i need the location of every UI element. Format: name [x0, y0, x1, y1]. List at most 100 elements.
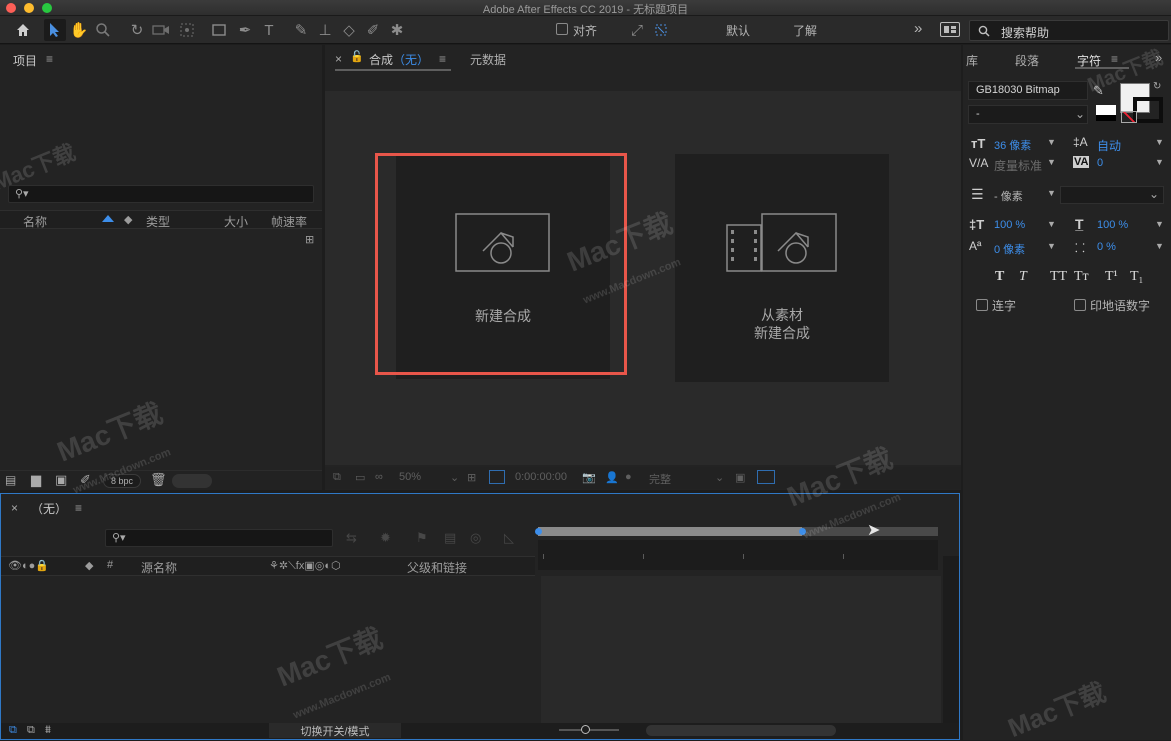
font-style-select[interactable]: - ⌄	[968, 105, 1088, 124]
column-frame-rate[interactable]: 帧速率	[271, 213, 307, 230]
hand-tool-icon[interactable]: ✋	[68, 19, 90, 41]
rectangle-tool-icon[interactable]	[208, 19, 230, 41]
all-caps-button[interactable]: TT	[1050, 269, 1067, 285]
brush-tool-icon[interactable]: ✎	[290, 19, 312, 41]
font-family-select[interactable]: GB18030 Bitmap	[968, 81, 1088, 100]
transparency-grid-icon[interactable]	[757, 470, 775, 484]
timeline-vertical-scrollbar[interactable]	[943, 556, 959, 723]
eyedropper-icon[interactable]: ✎	[1093, 83, 1104, 99]
timeline-search-input[interactable]: ⚲▾	[105, 529, 333, 547]
baseline-shift-dropdown-icon[interactable]: ▼	[1047, 241, 1056, 251]
leading-value[interactable]: 自动	[1097, 137, 1121, 154]
leading-dropdown-icon[interactable]: ▼	[1155, 137, 1164, 147]
sort-ascending-icon[interactable]	[102, 215, 114, 222]
rotate-tool-icon[interactable]: ↻	[126, 19, 148, 41]
library-tab[interactable]: 库	[966, 52, 978, 69]
vertical-scale-value[interactable]: 100 %	[994, 219, 1025, 231]
project-panel-title[interactable]: 项目	[13, 52, 37, 69]
small-caps-button[interactable]: Tт	[1074, 269, 1089, 285]
new-folder-icon[interactable]: ▆	[31, 472, 41, 488]
layer-number-column[interactable]: #	[107, 559, 113, 571]
snap-icon[interactable]	[650, 19, 672, 41]
vertical-scale-dropdown-icon[interactable]: ▼	[1047, 219, 1056, 229]
color-channel-icon[interactable]: ●	[625, 471, 632, 483]
close-tab-icon[interactable]: ×	[335, 52, 342, 66]
timeline-comp-name[interactable]: （无）	[31, 500, 67, 517]
work-area-end-handle[interactable]	[799, 528, 806, 535]
metadata-tab[interactable]: 元数据	[470, 51, 506, 68]
adjust-settings-icon[interactable]: ✐	[80, 472, 91, 488]
tracking-dropdown-icon[interactable]: ▼	[1155, 157, 1164, 167]
workspace-default-tab[interactable]: 默认	[726, 22, 750, 39]
work-area-start-handle[interactable]	[535, 528, 542, 535]
ligature-checkbox[interactable]	[976, 299, 988, 311]
grid-icon[interactable]: ⊞	[467, 471, 476, 484]
tsume-value[interactable]: 0 %	[1097, 241, 1116, 253]
work-area-range[interactable]	[538, 527, 802, 536]
bit-depth-button[interactable]: 8 bpc	[103, 474, 141, 488]
stroke-width-value[interactable]: - 像素	[994, 188, 1023, 204]
resolution-dropdown-icon[interactable]: ⌄	[715, 471, 724, 484]
superscript-button[interactable]: T¹	[1105, 269, 1118, 285]
more-panels-icon[interactable]: »	[1155, 50, 1162, 65]
column-type[interactable]: 类型	[146, 213, 170, 230]
draft-3d-icon[interactable]: ✹	[380, 530, 391, 546]
timeline-menu-icon[interactable]: ≡	[75, 501, 82, 515]
hindi-digits-checkbox[interactable]	[1074, 299, 1086, 311]
stroke-style-select[interactable]: ⌄	[1060, 186, 1164, 204]
paragraph-tab[interactable]: 段落	[1015, 52, 1039, 69]
kerning-dropdown-icon[interactable]: ▼	[1047, 157, 1056, 167]
puppet-tool-icon[interactable]: ✱	[386, 19, 408, 41]
comp-tab-label[interactable]: 合成（无）	[369, 51, 429, 68]
font-size-value[interactable]: 36 像素	[994, 137, 1031, 153]
horizontal-scale-dropdown-icon[interactable]: ▼	[1155, 219, 1164, 229]
always-preview-icon[interactable]: ⧉	[333, 471, 341, 484]
roto-brush-tool-icon[interactable]: ✐	[362, 19, 384, 41]
default-colors-icon[interactable]	[1096, 105, 1116, 121]
home-icon[interactable]	[12, 19, 34, 41]
workspace-menu-icon[interactable]	[940, 22, 960, 37]
selection-tool-icon[interactable]	[44, 19, 66, 41]
comp-mini-flowchart-icon[interactable]: ⇆	[346, 530, 357, 546]
toggle-switches-modes-button[interactable]: 切换开关/模式	[269, 723, 401, 738]
pan-behind-tool-icon[interactable]	[176, 19, 198, 41]
workspace-overflow-button[interactable]: »	[914, 20, 922, 37]
transfer-controls-icon[interactable]: ⧉	[27, 724, 35, 737]
tsume-dropdown-icon[interactable]: ▼	[1155, 241, 1164, 251]
motion-blur-icon[interactable]: ◎	[470, 530, 481, 546]
parent-link-column[interactable]: 父级和链接	[407, 559, 467, 576]
monitor-icon[interactable]: ▭	[355, 471, 365, 484]
new-comp-from-footage-card[interactable]: 从素材 新建合成	[675, 154, 889, 382]
stroke-color-swatch[interactable]	[1133, 97, 1163, 123]
type-tool-icon[interactable]: T	[258, 19, 280, 41]
column-name[interactable]: 名称	[23, 213, 47, 230]
horizontal-scale-value[interactable]: 100 %	[1097, 219, 1128, 231]
graph-editor-icon[interactable]: ◺	[504, 530, 514, 546]
zoom-dropdown-icon[interactable]: ⌄	[450, 471, 459, 484]
baseline-shift-value[interactable]: 0 像素	[994, 241, 1025, 257]
subscript-button[interactable]: T₁	[1130, 269, 1143, 285]
axis-local-icon[interactable]: ⤢	[626, 19, 648, 41]
font-size-dropdown-icon[interactable]: ▼	[1047, 137, 1056, 147]
pen-tool-icon[interactable]: ✒	[234, 19, 256, 41]
resolution-value[interactable]: 完整	[649, 471, 671, 487]
no-fill-icon[interactable]	[1121, 111, 1137, 123]
3d-glasses-icon[interactable]: ∞	[375, 471, 383, 483]
timeline-horizontal-scrollbar[interactable]	[646, 725, 836, 736]
snapshot-icon[interactable]: 📷	[582, 471, 596, 484]
trash-icon[interactable]: 🗑	[150, 472, 167, 488]
zoom-tool-icon[interactable]	[92, 19, 114, 41]
stroke-width-dropdown-icon[interactable]: ▼	[1047, 188, 1056, 198]
kerning-value[interactable]: 度量标准	[994, 157, 1042, 174]
thumbnail-slider[interactable]	[172, 474, 212, 488]
timecode[interactable]: 0:00:00:00	[515, 471, 567, 483]
timeline-zoom-handle[interactable]	[581, 725, 590, 734]
help-search-input[interactable]: 搜索帮助	[969, 20, 1169, 41]
timeline-track-area[interactable]	[541, 576, 941, 723]
source-name-column[interactable]: 源名称	[141, 559, 177, 576]
shy-icon[interactable]: ⚑	[416, 530, 428, 546]
column-size[interactable]: 大小	[224, 213, 248, 230]
faux-bold-button[interactable]: T	[995, 269, 1004, 285]
tracking-value[interactable]: 0	[1097, 157, 1103, 169]
camera-tool-icon[interactable]	[150, 19, 172, 41]
